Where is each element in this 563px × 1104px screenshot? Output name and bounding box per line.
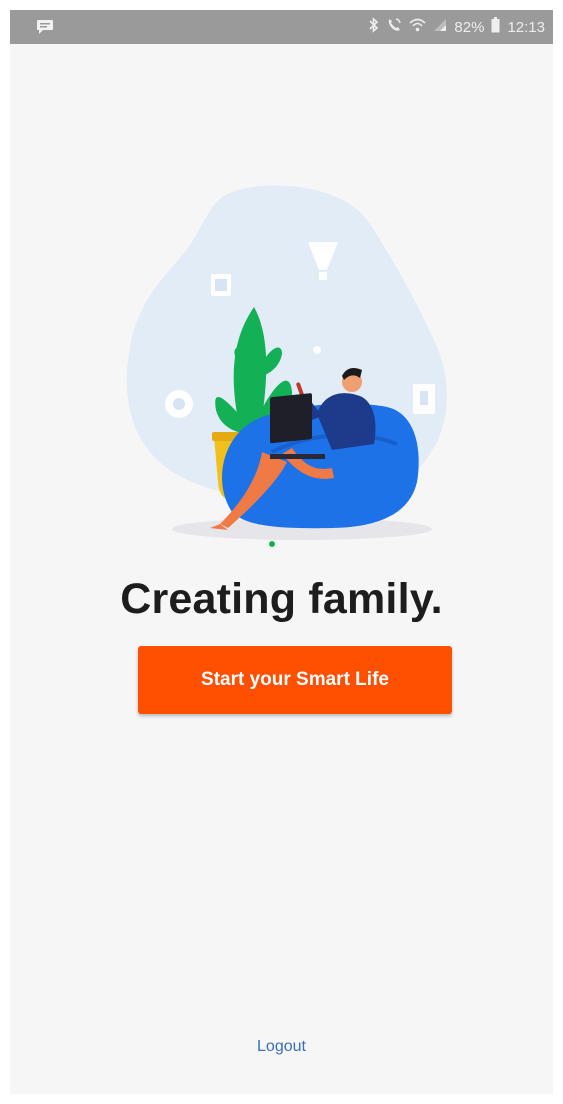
sparkle-dot	[313, 346, 321, 354]
laptop	[270, 393, 312, 444]
bluetooth-icon	[369, 17, 379, 37]
page-indicator-dot	[269, 541, 275, 547]
wifi-calling-icon	[386, 17, 402, 37]
page-title: Creating family.	[120, 575, 443, 623]
status-bar: 82% 12:13	[10, 10, 553, 44]
app-screen: 82% 12:13 Creating family. Start your Sm…	[10, 10, 553, 1094]
start-smart-life-button[interactable]: Start your Smart Life	[138, 646, 452, 714]
chat-bubble-icon	[36, 19, 54, 40]
beanbag	[222, 403, 419, 529]
clock-time: 12:13	[507, 18, 545, 36]
person-with-laptop-on-beanbag-illustration	[112, 182, 462, 552]
wifi-icon	[409, 18, 426, 36]
battery-percent: 82%	[454, 18, 485, 36]
logout-link[interactable]: Logout	[10, 1038, 553, 1056]
cellular-signal-icon	[433, 18, 447, 36]
battery-icon	[491, 17, 500, 37]
